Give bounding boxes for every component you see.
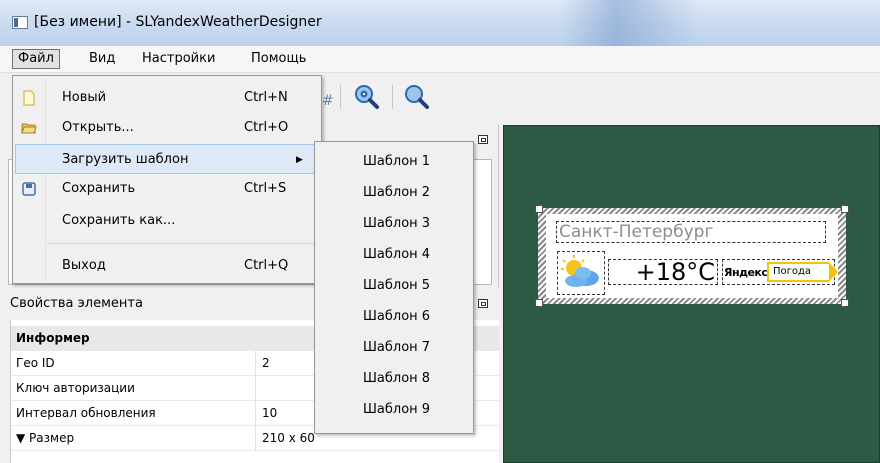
resize-handle[interactable]: [841, 299, 849, 307]
menu-item-label: Выход: [62, 258, 106, 273]
zoom-out-icon[interactable]: [402, 83, 430, 111]
window-title: [Без имени] - SLYandexWeatherDesigner: [34, 14, 322, 30]
menu-item-label: Сохранить: [62, 181, 136, 196]
column-divider: [255, 376, 256, 401]
submenu-arrow-icon: ▶: [296, 155, 303, 165]
weather-badge: Погода: [767, 262, 838, 282]
submenu-item-label: Шаблон 1: [363, 154, 431, 169]
submenu-item-template-3[interactable]: Шаблон 3: [317, 209, 471, 239]
temperature-label[interactable]: +18°C: [608, 259, 718, 285]
submenu-item-label: Шаблон 3: [363, 216, 431, 231]
save-icon: [22, 182, 36, 196]
app-icon[interactable]: [12, 16, 28, 29]
new-file-icon: [23, 90, 35, 106]
submenu-item-template-8[interactable]: Шаблон 8: [317, 364, 471, 394]
menu-view[interactable]: Вид: [84, 50, 120, 68]
menu-item-open[interactable]: Открыть... Ctrl+O: [15, 113, 319, 143]
submenu-item-template-9[interactable]: Шаблон 9: [317, 395, 471, 425]
submenu-item-label: Шаблон 2: [363, 185, 431, 200]
open-folder-icon: [21, 123, 37, 134]
submenu-item-label: Шаблон 9: [363, 402, 431, 417]
menu-item-shortcut: Ctrl+Q: [244, 258, 289, 273]
menu-item-label: Новый: [62, 90, 107, 105]
menu-item-save-as[interactable]: Сохранить как...: [15, 206, 319, 236]
submenu-item-template-7[interactable]: Шаблон 7: [317, 333, 471, 363]
partly-cloudy-icon: [561, 255, 599, 287]
submenu-item-label: Шаблон 8: [363, 371, 431, 386]
property-key: Интервал обновления: [16, 406, 156, 420]
resize-handle[interactable]: [535, 205, 543, 213]
property-value[interactable]: 10: [262, 401, 277, 426]
resize-handle[interactable]: [841, 205, 849, 213]
submenu-item-label: Шаблон 7: [363, 340, 431, 355]
menu-settings[interactable]: Настройки: [137, 50, 220, 68]
menu-bar: Файл Вид Настройки Помощь: [0, 46, 880, 73]
properties-title: Свойства элемента: [10, 296, 143, 311]
column-divider: [255, 401, 256, 426]
title-bar-glass: [560, 0, 700, 46]
menu-item-exit[interactable]: Выход Ctrl+Q: [15, 251, 319, 281]
column-divider: [255, 351, 256, 376]
menu-item-save[interactable]: Сохранить Ctrl+S: [15, 174, 319, 204]
toolbar-separator: [392, 85, 393, 109]
weather-icon-box[interactable]: [557, 251, 605, 295]
submenu-item-template-4[interactable]: Шаблон 4: [317, 240, 471, 270]
city-label[interactable]: Санкт-Петербург: [556, 221, 826, 243]
yandex-brand: Яндекс: [724, 266, 768, 279]
property-key: Ключ авторизации: [16, 381, 135, 395]
float-properties-button[interactable]: [478, 299, 488, 308]
menu-item-label: Открыть...: [62, 120, 134, 135]
menu-item-new[interactable]: Новый Ctrl+N: [15, 83, 319, 113]
menu-item-shortcut: Ctrl+S: [244, 181, 287, 196]
column-divider: [255, 426, 256, 451]
property-value[interactable]: 2: [262, 351, 270, 376]
template-submenu: Шаблон 1 Шаблон 2 Шаблон 3 Шаблон 4 Шабл…: [314, 141, 474, 434]
menu-item-label: Сохранить как...: [62, 213, 176, 228]
menu-separator: [47, 243, 317, 244]
menu-item-label: Загрузить шаблон: [62, 152, 189, 167]
group-label: Информер: [16, 331, 90, 345]
submenu-item-template-5[interactable]: Шаблон 5: [317, 271, 471, 301]
title-bar: [Без имени] - SLYandexWeatherDesigner: [0, 0, 880, 46]
menu-item-shortcut: Ctrl+N: [244, 90, 288, 105]
yandex-logo-box[interactable]: Яндекс Погода: [722, 259, 838, 285]
submenu-item-template-2[interactable]: Шаблон 2: [317, 178, 471, 208]
resize-handle[interactable]: [535, 299, 543, 307]
float-panel-button[interactable]: [478, 135, 488, 144]
submenu-item-label: Шаблон 5: [363, 278, 431, 293]
toolbar-separator: [340, 85, 341, 109]
submenu-item-label: Шаблон 4: [363, 247, 431, 262]
property-key[interactable]: ▼ Размер: [16, 426, 74, 451]
file-menu: Новый Ctrl+N Открыть... Ctrl+O Загрузить…: [12, 75, 322, 284]
grid-icon[interactable]: #: [322, 93, 334, 109]
menu-help[interactable]: Помощь: [246, 50, 311, 68]
zoom-in-icon[interactable]: [352, 83, 380, 111]
menu-item-load-template[interactable]: Загрузить шаблон ▶: [15, 144, 319, 174]
property-value[interactable]: 210 x 60: [262, 426, 315, 451]
submenu-item-label: Шаблон 6: [363, 309, 431, 324]
submenu-item-template-1[interactable]: Шаблон 1: [317, 147, 471, 177]
property-key: Гео ID: [16, 356, 55, 370]
menu-item-shortcut: Ctrl+O: [244, 120, 289, 135]
submenu-item-template-6[interactable]: Шаблон 6: [317, 302, 471, 332]
menu-file[interactable]: Файл: [12, 49, 60, 69]
